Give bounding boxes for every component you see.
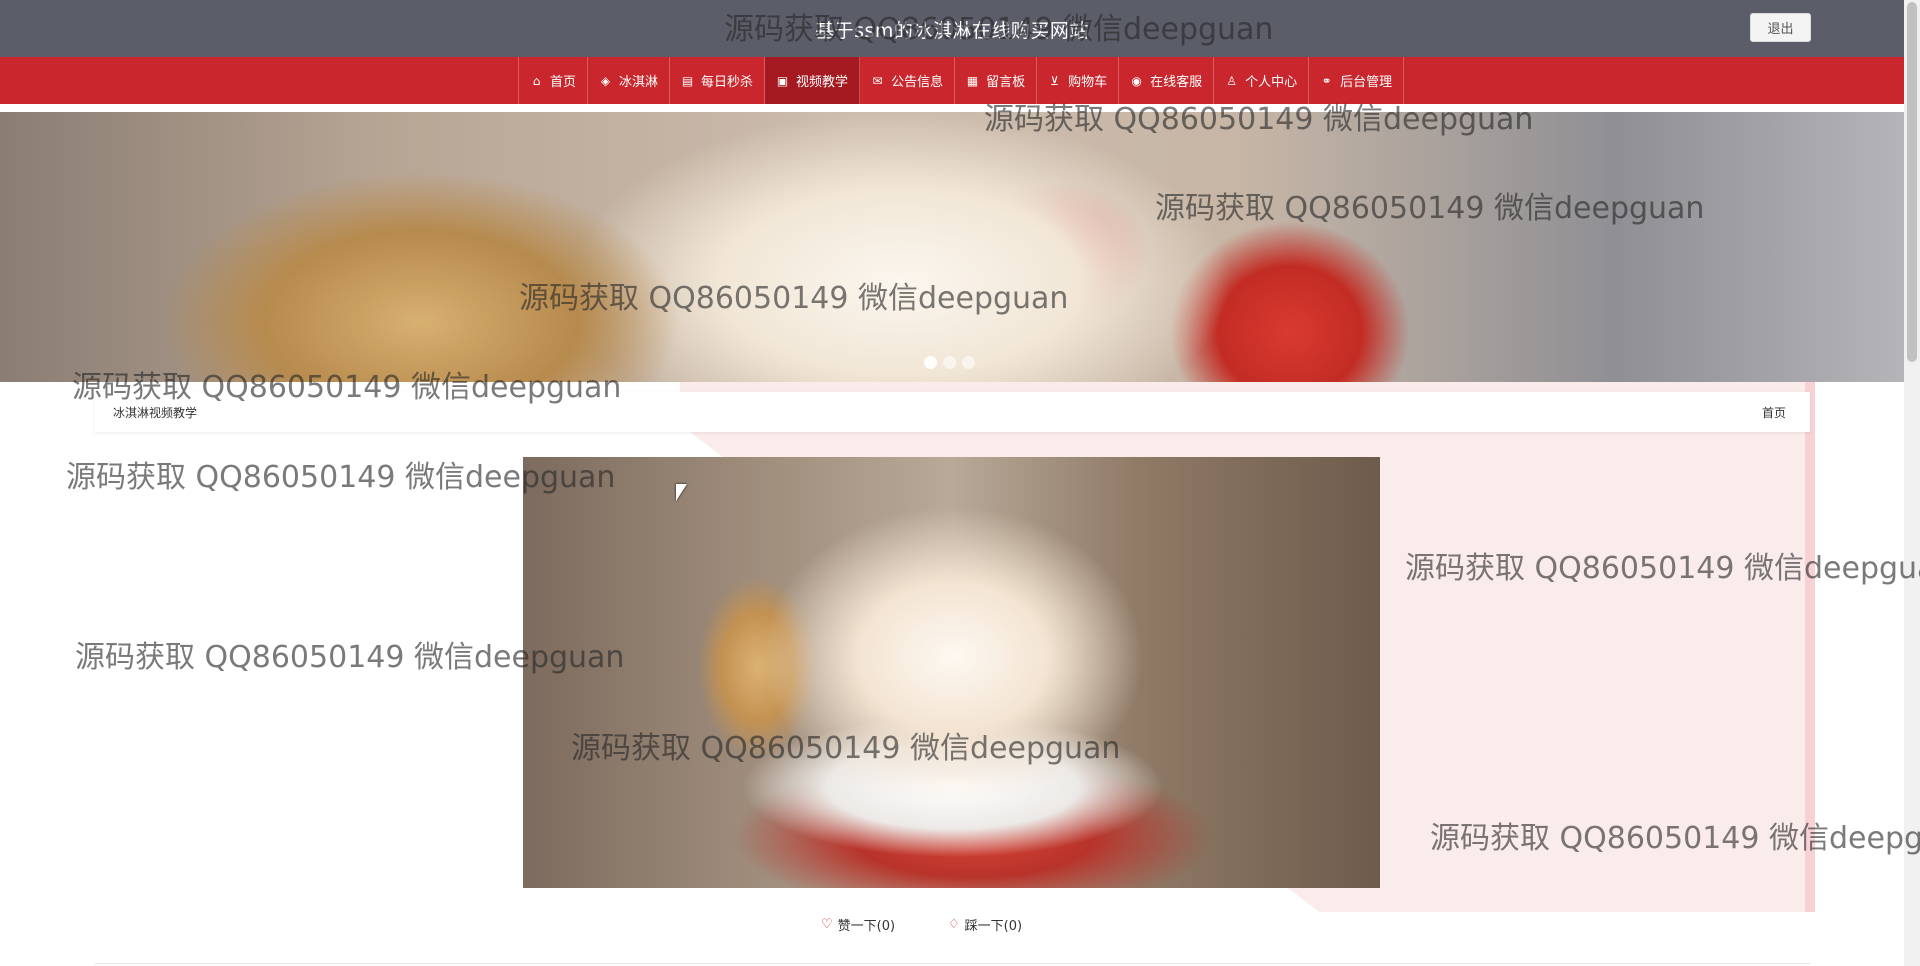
note-icon: ▦ <box>966 73 979 88</box>
banner-carousel <box>0 112 1904 382</box>
breadcrumb-home-link[interactable]: 首页 <box>1762 404 1786 421</box>
nav-item-label: 后台管理 <box>1340 75 1393 90</box>
cart-icon: ⊻ <box>1050 73 1059 88</box>
thumbs-up-icon: ♡ <box>821 917 833 932</box>
nav-item-video-tutorial[interactable]: ▣ 视频教学 <box>765 57 861 104</box>
logout-button[interactable]: 退出 <box>1750 13 1811 42</box>
nav-item-customer-service[interactable]: ◉ 在线客服 <box>1119 57 1215 104</box>
breadcrumb-bar: 冰淇淋视频教学 首页 <box>95 392 1810 432</box>
chat-icon: ◉ <box>1131 73 1142 88</box>
link-icon: ⚭ <box>1321 73 1332 88</box>
dislike-label: 踩一下(0) <box>964 919 1023 934</box>
mail-icon: ✉ <box>872 73 883 88</box>
divider <box>95 963 1810 964</box>
nav-list: ⌂ 首页 ◈ 冰淇淋 ▤ 每日秒杀 ▣ 视频教学 ✉ 公告信息 ▦ 留言板 ⊻ … <box>518 57 1405 104</box>
video-player[interactable] <box>523 457 1380 888</box>
nav-item-flash-sale[interactable]: ▤ 每日秒杀 <box>670 57 766 104</box>
scrollbar-thumb[interactable] <box>1907 2 1917 362</box>
nav-item-label: 留言板 <box>986 75 1026 90</box>
video-edit-icon: ▣ <box>776 73 789 88</box>
like-button[interactable]: ♡ 赞一下(0) <box>821 915 895 934</box>
calendar-icon: ▤ <box>681 73 694 88</box>
nav-item-admin[interactable]: ⚭ 后台管理 <box>1309 57 1405 104</box>
nav-item-label: 冰淇淋 <box>619 75 659 90</box>
thumbs-down-icon: ♢ <box>948 917 960 932</box>
nav-item-notices[interactable]: ✉ 公告信息 <box>860 57 956 104</box>
nav-item-profile[interactable]: ♙ 个人中心 <box>1214 57 1310 104</box>
background-frame <box>1805 382 1815 912</box>
page-title: 冰淇淋视频教学 <box>113 406 198 420</box>
nav-item-home[interactable]: ⌂ 首页 <box>519 57 589 104</box>
carousel-dot-1[interactable] <box>924 356 937 369</box>
vote-row: ♡ 赞一下(0) ♢ 踩一下(0) <box>0 915 1904 937</box>
nav-item-label: 购物车 <box>1068 75 1108 90</box>
nav-item-icecream[interactable]: ◈ 冰淇淋 <box>588 57 671 104</box>
main-nav: ⌂ 首页 ◈ 冰淇淋 ▤ 每日秒杀 ▣ 视频教学 ✉ 公告信息 ▦ 留言板 ⊻ … <box>0 57 1904 104</box>
nav-item-label: 在线客服 <box>1150 75 1203 90</box>
nav-item-label: 视频教学 <box>796 75 849 90</box>
carousel-dot-3[interactable] <box>962 356 975 369</box>
home-icon: ⌂ <box>532 73 541 88</box>
nav-item-label: 每日秒杀 <box>701 75 754 90</box>
user-icon: ♙ <box>1226 73 1237 88</box>
nav-item-message-board[interactable]: ▦ 留言板 <box>955 57 1038 104</box>
nav-item-label: 首页 <box>550 75 577 90</box>
layers-icon: ◈ <box>600 73 611 88</box>
site-title: 基于ssm的冰淇淋在线购买网站 <box>815 20 1089 42</box>
like-label: 赞一下(0) <box>837 919 896 934</box>
nav-item-cart[interactable]: ⊻ 购物车 <box>1037 57 1120 104</box>
carousel-dots <box>924 356 975 369</box>
dislike-button[interactable]: ♢ 踩一下(0) <box>948 915 1022 934</box>
mouse-cursor <box>676 484 687 501</box>
nav-item-label: 公告信息 <box>891 75 944 90</box>
top-header: 基于ssm的冰淇淋在线购买网站 退出 <box>0 0 1904 57</box>
nav-item-label: 个人中心 <box>1245 75 1298 90</box>
carousel-dot-2[interactable] <box>943 356 956 369</box>
